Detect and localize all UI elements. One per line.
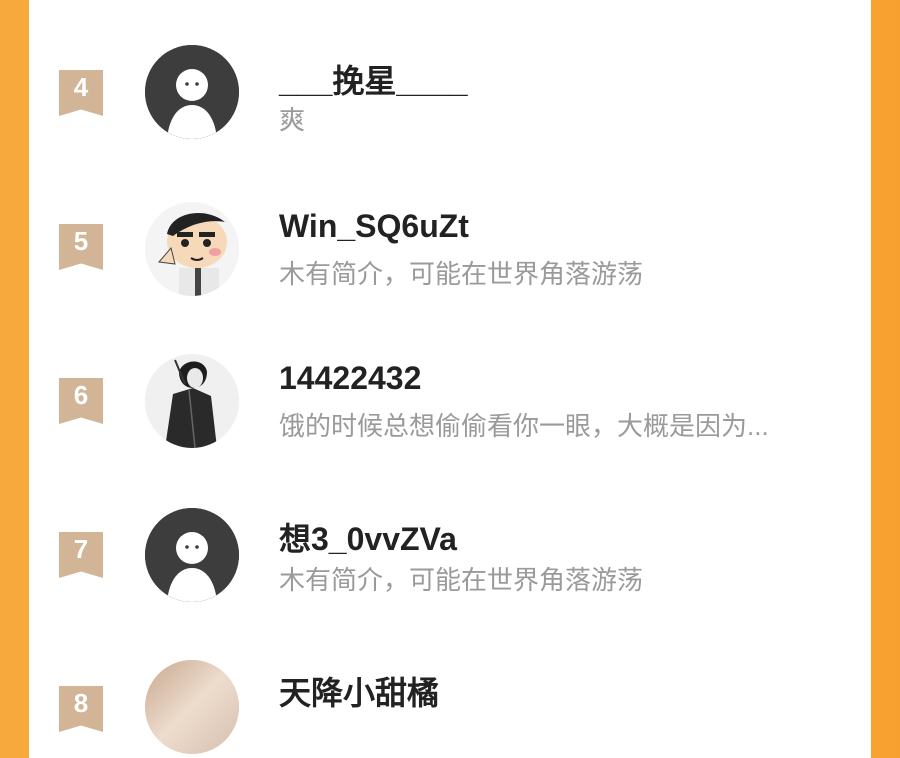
rank-badge: 4 <box>59 70 103 116</box>
user-bio: 饿的时候总想偷偷看你一眼，大概是因为... <box>279 411 769 441</box>
user-name[interactable]: Win_SQ6uZt <box>279 208 469 245</box>
user-name[interactable]: 想3_0vvZVa <box>279 514 457 560</box>
rank-badge: 6 <box>59 378 103 424</box>
default-avatar-icon[interactable] <box>145 508 239 602</box>
user-name[interactable]: 天降小甜橘 <box>279 668 439 714</box>
user-name[interactable]: ___挽星____ <box>279 56 468 102</box>
user-bio: 木有简介，可能在世界角落游荡 <box>279 565 644 595</box>
rank-badge: 7 <box>59 532 103 578</box>
rank-badge: 8 <box>59 686 103 732</box>
list-item[interactable]: 7 想3_0vvZVa 木有简介，可能在世界角落游荡 <box>29 456 871 606</box>
anime-swordsman-avatar-icon[interactable] <box>145 354 239 448</box>
cartoon-boy-avatar-icon[interactable] <box>145 202 239 296</box>
default-avatar-icon[interactable] <box>145 45 239 139</box>
list-item[interactable]: 4 ___挽星____ 爽 <box>29 0 871 150</box>
photo-avatar-icon[interactable] <box>145 660 239 754</box>
list-item[interactable]: 8 天降小甜橘 <box>29 608 871 758</box>
ranking-list: 4 ___挽星____ 爽 5 Win_SQ6uZt 木有简介，可能在世界角落游… <box>29 0 871 754</box>
user-name[interactable]: 14422432 <box>279 360 421 397</box>
list-item[interactable]: 5 Win_SQ6uZt 木有简介，可能在世界角落游荡 <box>29 152 871 302</box>
rank-badge: 5 <box>59 224 103 270</box>
list-item[interactable]: 6 14422432 饿的时候总想偷偷看你一眼，大概是因为... <box>29 304 871 454</box>
user-bio: 爽 <box>279 105 306 135</box>
user-bio: 木有简介，可能在世界角落游荡 <box>279 259 644 289</box>
